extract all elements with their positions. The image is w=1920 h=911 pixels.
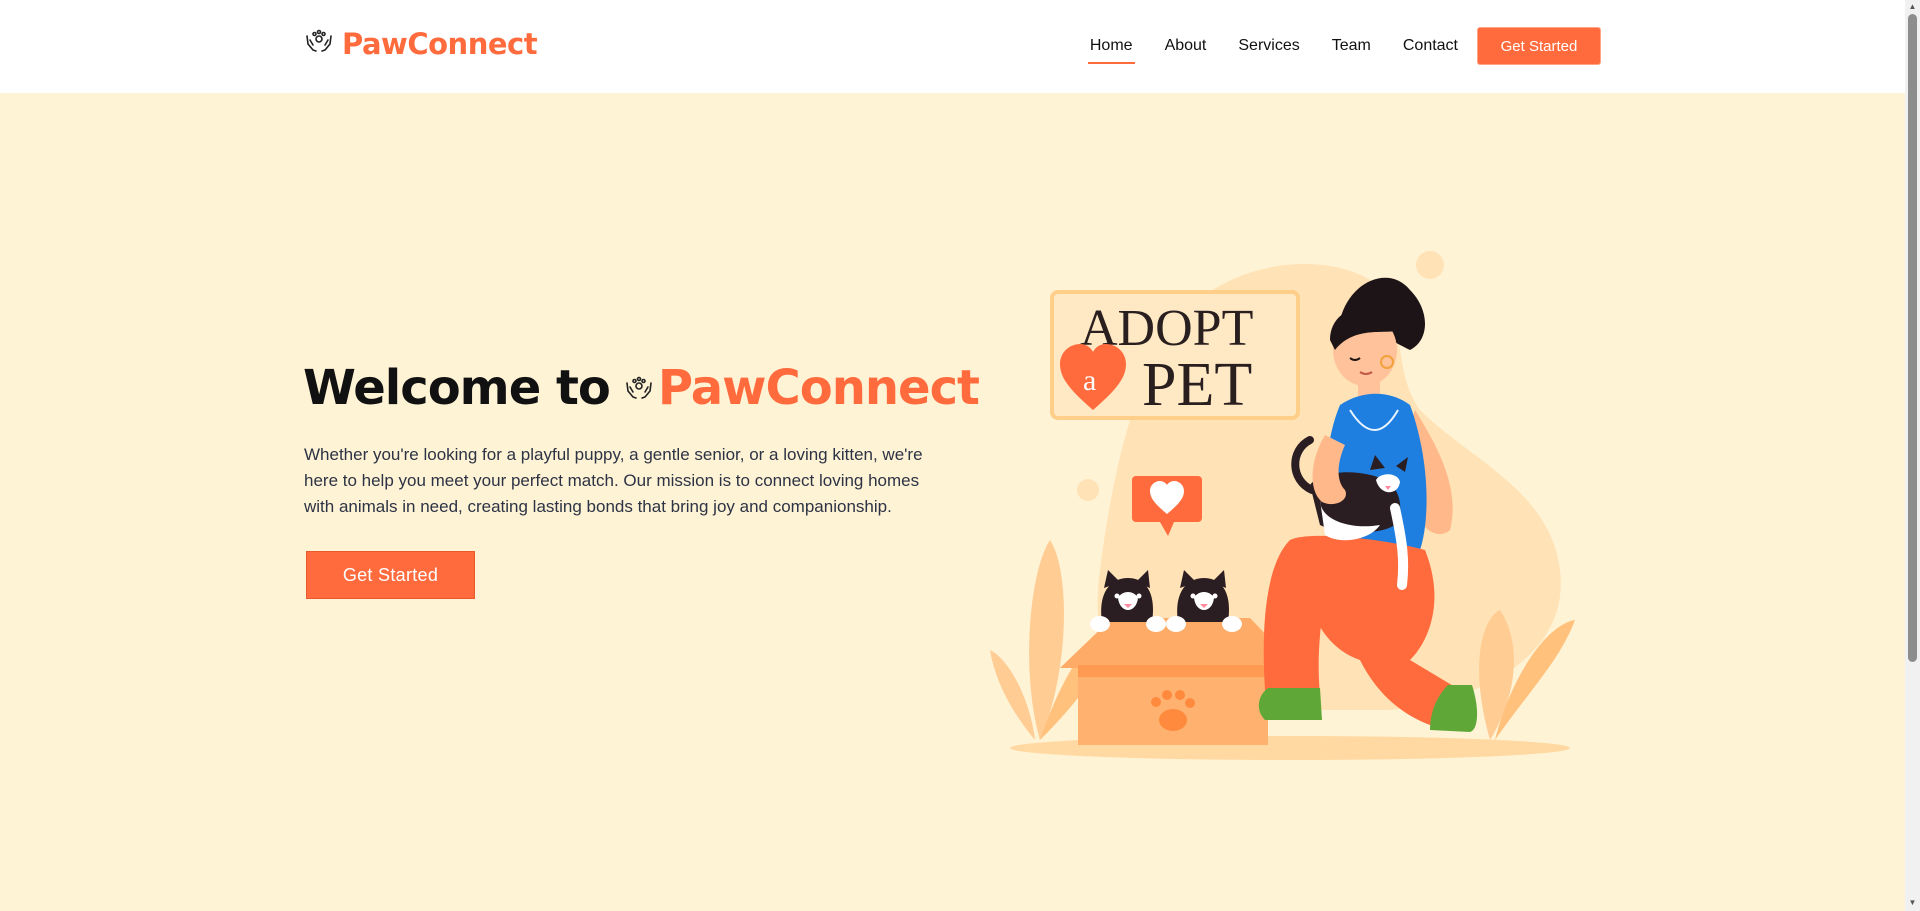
nav-services[interactable]: Services — [1238, 28, 1299, 64]
nav-team[interactable]: Team — [1332, 28, 1371, 64]
bg-dot — [1416, 251, 1444, 279]
nav-contact[interactable]: Contact — [1403, 28, 1458, 64]
hero-title-prefix: Welcome to — [303, 360, 611, 416]
hands-holding-paw-icon — [304, 26, 334, 61]
scroll-down-arrow-icon[interactable]: ▼ — [1908, 898, 1917, 907]
adopt-sign: ADOPT a PET — [1050, 290, 1300, 420]
scroll-thumb[interactable] — [1908, 14, 1917, 662]
brand-name: PawConnect — [342, 26, 538, 61]
navbar: PawConnect Home About Services Team Cont… — [0, 0, 1905, 93]
hero-title-brand: PawConnect — [657, 360, 980, 416]
hero-description: Whether you're looking for a playful pup… — [304, 445, 923, 516]
nav-home[interactable]: Home — [1087, 28, 1135, 64]
sign-heart-letter: a — [1083, 364, 1096, 397]
sign-line2: PET — [1142, 351, 1252, 419]
main-nav: Home About Services Team Contact — [1058, 28, 1458, 64]
cardboard-box — [1060, 618, 1298, 745]
scroll-up-arrow-icon[interactable]: ▲ — [1908, 2, 1917, 11]
hands-holding-paw-icon — [624, 373, 654, 403]
hero-get-started-button[interactable]: Get Started — [306, 551, 475, 599]
hero-title: Welcome to PawConnect — [303, 360, 980, 416]
bg-dot — [1077, 479, 1099, 501]
nav-about[interactable]: About — [1165, 28, 1207, 64]
brand-logo[interactable]: PawConnect — [304, 26, 538, 61]
page-scrollbar[interactable]: ▲ ▼ — [1905, 0, 1920, 911]
adopt-pet-illustration: ADOPT a PET — [990, 251, 1575, 760]
nav-get-started-button[interactable]: Get Started — [1477, 27, 1601, 65]
